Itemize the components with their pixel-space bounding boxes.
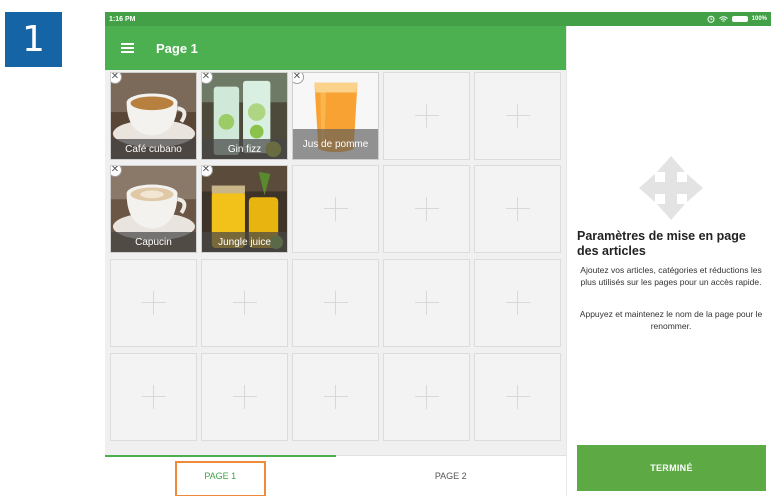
app-bar: Page 1 [105,26,566,70]
plus-icon [414,385,439,409]
grid-item-jus-de-pomme[interactable]: ✕ Jus de pomme [292,72,379,160]
empty-slot[interactable] [383,353,470,441]
article-grid: ✕ Café cubano ✕ Gin fizz ✕ Jus de pomme … [105,70,566,455]
grid-item-cafe-cubano[interactable]: ✕ Café cubano [110,72,197,160]
plus-icon [414,291,439,315]
page-tabs: PAGE 1 PAGE 2 [105,455,566,496]
grid-item-gin-fizz[interactable]: ✕ Gin fizz [201,72,288,160]
plus-icon [505,197,530,221]
plus-icon [505,385,530,409]
plus-icon [414,104,439,128]
panel-description: Ajoutez vos articles, catégories et rédu… [580,265,762,287]
item-label: Jungle juice [202,232,287,252]
page-title: Page 1 [156,40,198,56]
item-label: Capucin [111,232,196,252]
plus-icon [505,291,530,315]
empty-slot[interactable] [383,165,470,253]
tab-highlight-box [175,461,266,496]
empty-slot[interactable] [383,259,470,347]
plus-icon [323,291,348,315]
plus-icon [323,385,348,409]
empty-slot[interactable] [292,165,379,253]
plus-icon [232,385,257,409]
empty-slot[interactable] [292,353,379,441]
battery-icon [731,16,748,22]
status-bar: 1:16 PM 100% [105,12,771,26]
item-label: Jus de pomme [293,129,378,159]
empty-slot[interactable] [383,72,470,160]
grid-item-capucin[interactable]: ✕ Capucin [110,165,197,253]
empty-slot[interactable] [201,259,288,347]
status-time: 1:16 PM [109,15,136,23]
item-label: Gin fizz [202,139,287,159]
wifi-icon [718,15,728,22]
plus-icon [232,291,257,315]
empty-slot[interactable] [292,259,379,347]
empty-slot[interactable] [474,259,561,347]
plus-icon [141,291,166,315]
empty-slot[interactable] [110,259,197,347]
tab-page-2[interactable]: PAGE 2 [336,456,567,496]
step-number-badge: 1 [5,12,62,67]
empty-slot[interactable] [110,353,197,441]
empty-slot[interactable] [201,353,288,441]
item-label: Café cubano [111,139,196,159]
tablet-screen: 1:16 PM 100% Page 1 ✕ Café cubano ✕ Gin … [105,12,771,496]
plus-icon [141,385,166,409]
panel-rename-hint: Appuyez et maintenez le nom de la page p… [579,309,763,331]
hamburger-menu-icon[interactable] [121,43,134,53]
plus-icon [505,104,530,128]
empty-slot[interactable] [474,353,561,441]
layout-settings-panel: Paramètres de mise en page des articles … [567,26,771,496]
battery-percent: 100% [751,16,767,22]
empty-slot[interactable] [474,72,561,160]
empty-slot[interactable] [474,165,561,253]
grid-item-jungle-juice[interactable]: ✕ Jungle juice [201,165,288,253]
done-button[interactable]: TERMINÉ [577,445,766,491]
alarm-icon [707,15,715,23]
panel-title: Paramètres de mise en page des articles [577,229,746,258]
plus-icon [323,197,348,221]
move-arrows-icon [639,156,703,220]
plus-icon [414,197,439,221]
